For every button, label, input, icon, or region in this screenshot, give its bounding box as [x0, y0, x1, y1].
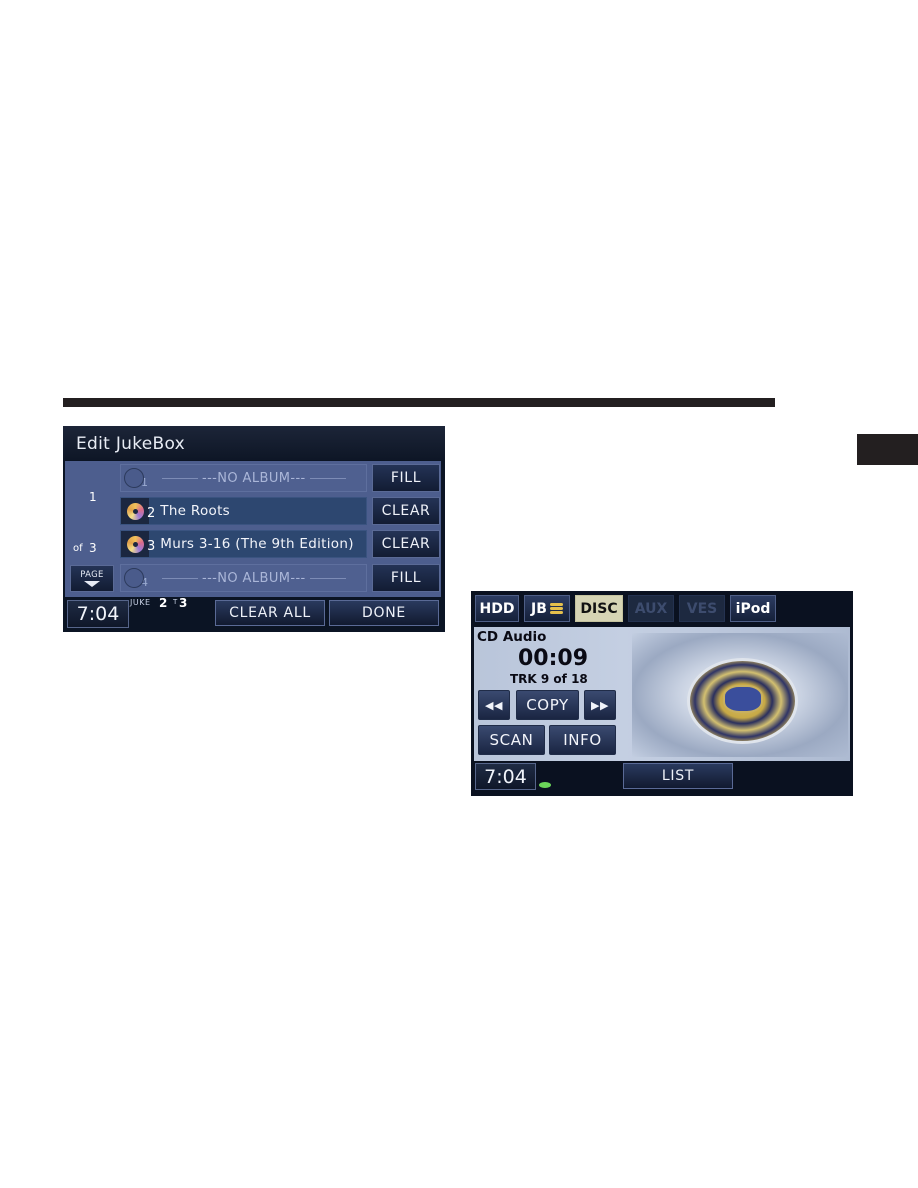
- tab-label: AUX: [634, 600, 668, 617]
- page-header-rule: [63, 398, 775, 407]
- slot-number: 3: [147, 538, 156, 554]
- tab-ipod[interactable]: iPod: [730, 595, 776, 622]
- page-of-label: of: [73, 543, 83, 554]
- tab-aux[interactable]: AUX: [628, 595, 674, 622]
- album-title: Murs 3-16 (The 9th Edition): [160, 536, 354, 552]
- title-bar: Edit JukeBox: [63, 426, 445, 460]
- divider: [309, 577, 346, 579]
- cd-disc-icon: [121, 498, 149, 524]
- juke-track: 3: [179, 596, 188, 610]
- source-label: CD Audio: [477, 629, 547, 645]
- tab-label: DISC: [580, 600, 618, 617]
- page-current: 1: [89, 490, 97, 504]
- arrow-down-icon: [84, 581, 100, 587]
- jukebox-stack-icon: [549, 602, 563, 616]
- slot-row[interactable]: 4 ---NO ALBUM---: [120, 564, 367, 592]
- tab-jukebox[interactable]: JB: [524, 595, 570, 622]
- clear-button[interactable]: CLEAR: [372, 497, 440, 525]
- tab-label: JB: [531, 600, 547, 617]
- track-info: TRK 9 of 18: [510, 672, 588, 686]
- copy-button[interactable]: COPY: [516, 690, 579, 720]
- empty-disc-icon: [124, 468, 144, 488]
- section-tab-marker: [857, 434, 918, 465]
- juke-disc: 2: [159, 596, 168, 610]
- footer-bar: 7:04 LIST: [471, 761, 853, 796]
- slot-row[interactable]: 3 Murs 3-16 (The 9th Edition): [120, 530, 367, 558]
- cd-disc-icon: [121, 531, 149, 557]
- clear-all-button[interactable]: CLEAR ALL: [215, 600, 325, 626]
- juke-track-label: T: [173, 598, 178, 606]
- tab-label: iPod: [735, 600, 771, 617]
- tab-ves[interactable]: VES: [679, 595, 725, 622]
- fill-button[interactable]: FILL: [372, 564, 440, 592]
- fast-forward-button[interactable]: ▶▶: [584, 690, 616, 720]
- fast-forward-icon: ▶▶: [590, 698, 610, 712]
- empty-disc-icon: [124, 568, 144, 588]
- screen-title: Edit JukeBox: [76, 434, 186, 454]
- slot-row[interactable]: 1 ---NO ALBUM---: [120, 464, 367, 492]
- album-title: The Roots: [160, 503, 230, 519]
- footer-bar: 7:04 JUKE 2 T 3 CLEAR ALL DONE: [63, 596, 445, 632]
- divider: [162, 577, 198, 579]
- emblem-badge: [723, 685, 763, 713]
- edit-jukebox-screen: Edit JukeBox 1 of 3 PAGE 1 ---NO ALBUM--…: [63, 426, 445, 632]
- slot-row[interactable]: 2 The Roots: [120, 497, 367, 525]
- page-button-label: PAGE: [80, 570, 104, 580]
- page-down-button[interactable]: PAGE: [70, 565, 114, 592]
- juke-label: JUKE: [130, 598, 151, 607]
- done-button[interactable]: DONE: [329, 600, 439, 626]
- divider: [309, 477, 346, 479]
- emblem-ring: [687, 658, 798, 744]
- slot-list: 1 of 3 PAGE 1 ---NO ALBUM--- FILL 2 The …: [65, 461, 441, 597]
- scan-button[interactable]: SCAN: [478, 725, 545, 755]
- list-button[interactable]: LIST: [623, 763, 733, 789]
- tab-hdd[interactable]: HDD: [475, 595, 519, 622]
- cd-audio-screen: HDD JB DISC AUX VES iPod CD Audio 00:09 …: [471, 591, 853, 796]
- clock: 7:04: [67, 600, 129, 628]
- now-playing-area: CD Audio 00:09 TRK 9 of 18 ◀◀ COPY ▶▶ SC…: [474, 627, 850, 761]
- info-button[interactable]: INFO: [549, 725, 616, 755]
- tab-label: HDD: [479, 600, 515, 617]
- slot-label: ---NO ALBUM---: [202, 470, 306, 486]
- elapsed-time: 00:09: [518, 646, 589, 671]
- disc-loaded-indicator-icon: [539, 782, 551, 788]
- clear-button[interactable]: CLEAR: [372, 530, 440, 558]
- divider: [162, 477, 198, 479]
- slot-number: 2: [147, 505, 156, 521]
- chrysler-emblem-image: [632, 633, 848, 757]
- clock: 7:04: [475, 763, 536, 790]
- page-total: 3: [89, 541, 97, 555]
- tab-label: VES: [686, 600, 718, 617]
- fill-button[interactable]: FILL: [372, 464, 440, 492]
- tab-disc[interactable]: DISC: [575, 595, 623, 622]
- rewind-button[interactable]: ◀◀: [478, 690, 510, 720]
- slot-label: ---NO ALBUM---: [202, 570, 306, 586]
- rewind-icon: ◀◀: [484, 698, 504, 712]
